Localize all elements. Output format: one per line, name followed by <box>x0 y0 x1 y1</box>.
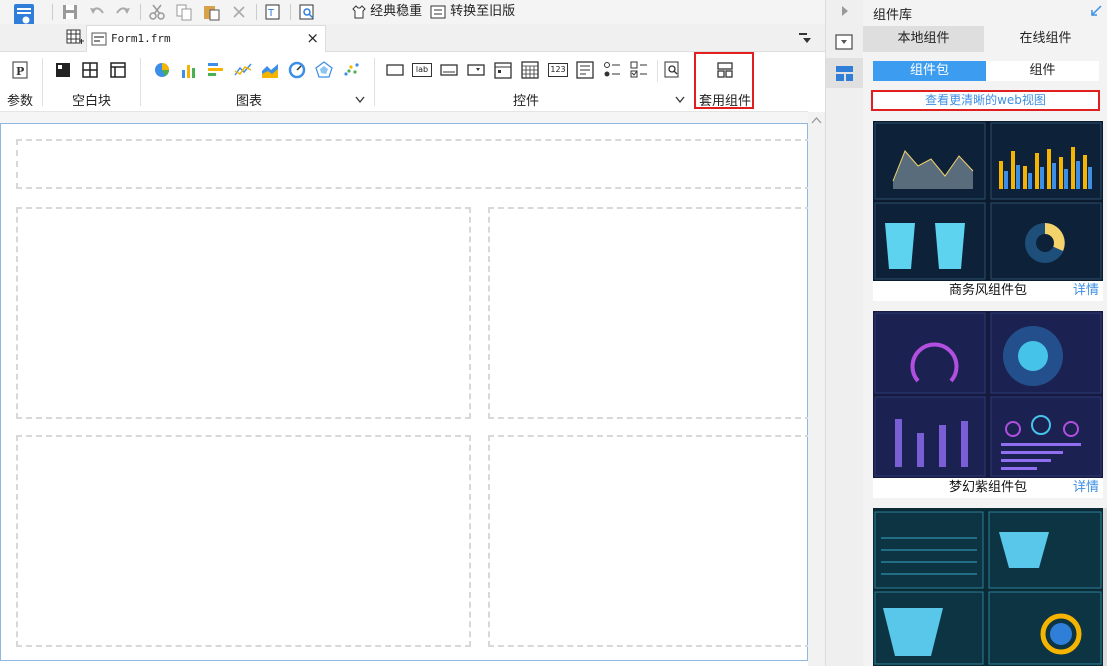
side-strip <box>825 0 864 666</box>
panel-title: 组件库 <box>873 8 913 23</box>
widget-settings-icon[interactable] <box>835 34 853 50</box>
teal-package-thumbnail[interactable] <box>873 508 1103 666</box>
scatter-chart-icon[interactable] <box>342 61 360 79</box>
tab-local-components[interactable]: 本地组件 <box>863 26 984 52</box>
search-widget-icon[interactable] <box>664 61 682 79</box>
params-button[interactable]: P 参数 <box>4 52 36 110</box>
copy-icon[interactable] <box>175 3 193 21</box>
svg-text:T: T <box>267 8 275 19</box>
convert-old-label: 转换至旧版 <box>450 4 516 19</box>
blank-block-1[interactable] <box>16 207 471 419</box>
charts-expand-icon[interactable] <box>354 94 366 104</box>
button-widget-icon[interactable] <box>386 63 404 77</box>
text-find-icon[interactable]: T <box>264 3 282 21</box>
area-chart-icon[interactable] <box>261 61 279 79</box>
form-file-icon <box>91 31 107 47</box>
charts-label: 图表 <box>236 94 263 109</box>
blank-block-grid-icon[interactable] <box>82 62 98 78</box>
undo-icon[interactable] <box>88 3 106 21</box>
blank-block-abs-icon[interactable] <box>55 62 71 78</box>
business-package-thumbnail[interactable] <box>873 121 1103 281</box>
bar-chart-icon[interactable] <box>180 61 198 79</box>
svg-text:P: P <box>16 65 24 78</box>
tab-form1[interactable]: Form1.frm × <box>86 25 326 52</box>
business-package-caption: 商务风组件包 详情 <box>873 281 1103 301</box>
params-label: 参数 <box>7 94 34 109</box>
canvas-scrollbar[interactable] <box>808 112 825 666</box>
blank-block-header[interactable] <box>16 139 811 189</box>
tab-file-name: Form1.frm <box>111 32 171 45</box>
apply-component-label: 套用组件 <box>699 94 752 109</box>
tab-overflow-icon[interactable] <box>798 32 812 44</box>
hbar-chart-icon[interactable] <box>207 61 225 79</box>
document-tab-bar: Form1.frm × <box>0 24 825 52</box>
delete-icon[interactable] <box>230 3 248 21</box>
date-widget-icon[interactable] <box>494 61 512 79</box>
calendar-widget-icon[interactable] <box>521 61 539 79</box>
business-package-name: 商务风组件包 <box>948 283 1027 298</box>
gauge-chart-icon[interactable] <box>288 61 306 79</box>
form-canvas[interactable] <box>0 123 811 661</box>
ribbon: P 参数 空白块 图表 lab 123 控件 套用组件 <box>0 52 808 112</box>
top-toolbar: T 经典稳重 转换至旧版 <box>0 0 825 32</box>
web-view-link[interactable]: 查看更清晰的web视图 <box>871 90 1100 111</box>
business-package-detail-link[interactable]: 详情 <box>1073 281 1099 301</box>
params-icon: P <box>12 61 28 79</box>
combobox-widget-icon[interactable] <box>467 63 485 77</box>
blank-block-3[interactable] <box>16 435 471 647</box>
save-icon[interactable] <box>61 3 79 21</box>
component-library-icon[interactable] <box>826 58 864 88</box>
component-library-panel: 组件库 本地组件 在线组件 组件包 组件 查看更清晰的web视图 商务风组件包 … <box>863 0 1107 666</box>
shirt-icon <box>352 4 366 19</box>
pie-chart-icon[interactable] <box>153 61 171 79</box>
new-form-icon[interactable] <box>66 29 84 47</box>
checkbox-widget-icon[interactable] <box>630 61 648 79</box>
convert-old-button[interactable]: 转换至旧版 <box>430 2 515 22</box>
subtab-packages[interactable]: 组件包 <box>873 61 986 81</box>
redo-icon[interactable] <box>114 3 132 21</box>
dream-purple-package-name: 梦幻紫组件包 <box>948 480 1027 495</box>
tab-close-icon[interactable]: × <box>306 29 319 47</box>
dream-purple-package-detail-link[interactable]: 详情 <box>1073 478 1099 498</box>
blank-block-4[interactable] <box>488 435 811 647</box>
number-widget-icon[interactable]: 123 <box>548 63 568 77</box>
radar-chart-icon[interactable] <box>315 61 333 79</box>
textfield-widget-icon[interactable] <box>440 63 458 77</box>
widgets-label: 控件 <box>513 94 540 109</box>
panel-dock-icon[interactable] <box>1090 5 1102 17</box>
scroll-up-icon[interactable] <box>808 112 825 129</box>
paste-icon[interactable] <box>202 3 220 21</box>
radio-widget-icon[interactable] <box>603 61 621 79</box>
dream-purple-package-thumbnail[interactable] <box>873 311 1103 478</box>
canvas-gap <box>0 112 808 123</box>
textarea-widget-icon[interactable] <box>576 61 594 79</box>
subtab-components[interactable]: 组件 <box>986 61 1099 81</box>
label-widget-icon[interactable]: lab <box>412 63 432 77</box>
convert-icon <box>430 5 446 19</box>
blank-block-table-icon[interactable] <box>110 62 126 78</box>
widgets-expand-icon[interactable] <box>674 94 686 104</box>
preview-icon[interactable] <box>298 3 316 21</box>
apply-component-icon <box>717 62 733 78</box>
cut-icon[interactable] <box>148 3 166 21</box>
line-chart-icon[interactable] <box>234 61 252 79</box>
blank-block-2[interactable] <box>488 207 811 419</box>
blank-block-label: 空白块 <box>72 94 112 109</box>
apply-component-button[interactable]: 套用组件 <box>694 52 754 109</box>
panel-scrollbar[interactable] <box>1103 508 1107 666</box>
classic-theme-button[interactable]: 经典稳重 <box>352 2 422 22</box>
classic-theme-label: 经典稳重 <box>370 4 423 19</box>
collapse-arrow-icon[interactable] <box>839 4 851 18</box>
tab-online-components[interactable]: 在线组件 <box>984 26 1107 52</box>
dream-purple-package-caption: 梦幻紫组件包 详情 <box>873 478 1103 498</box>
